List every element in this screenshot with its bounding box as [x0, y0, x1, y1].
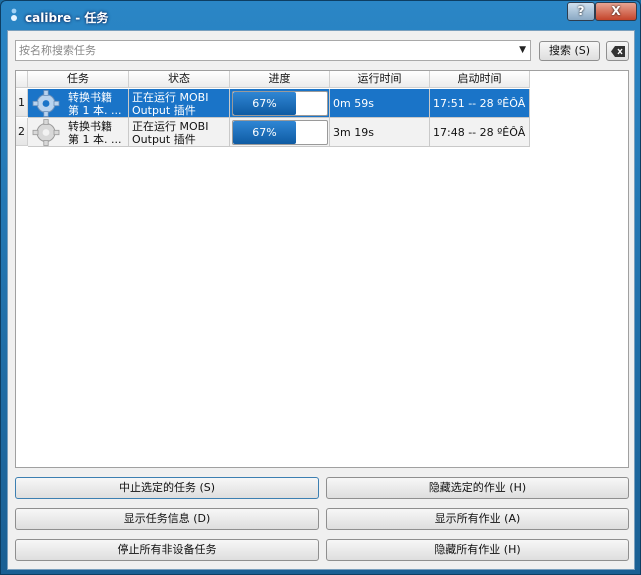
start-time-value: 17:51 -- 28 ºÊÔÂ	[433, 97, 526, 110]
abort-selected-button[interactable]: 中止选定的任务 (S)	[15, 477, 319, 499]
status-cell[interactable]: 正在运行 MOBI Output 插件	[129, 89, 230, 118]
clear-search-button[interactable]	[606, 41, 629, 61]
status-line-2: Output 插件	[132, 104, 196, 117]
progress-fill: 67%	[233, 121, 296, 144]
progress-fill: 67%	[233, 92, 296, 115]
hide-all-jobs-button[interactable]: 隐藏所有作业 (H)	[326, 539, 629, 561]
column-header-runtime[interactable]: 运行时间	[330, 71, 430, 88]
search-placeholder: 按名称搜索任务	[19, 44, 96, 57]
status-line-1: 正在运行 MOBI	[132, 91, 209, 104]
dialog-body: 按名称搜索任务 ▼ 搜索 (S) 任务 状态 进度 运行时间 启动时间 1 转换…	[7, 30, 635, 570]
task-name: 转换书籍	[68, 91, 112, 104]
start-time-cell[interactable]: 17:51 -- 28 ºÊÔÂ	[430, 89, 530, 118]
runtime-cell[interactable]: 3m 19s	[330, 118, 430, 147]
progress-cell[interactable]: 67%	[230, 118, 330, 147]
stop-non-device-jobs-button[interactable]: 停止所有非设备任务	[15, 539, 319, 561]
close-button[interactable]: X	[595, 2, 637, 21]
chevron-down-icon[interactable]: ▼	[519, 41, 526, 60]
window-title: calibre - 任务	[25, 11, 109, 25]
task-detail: 第 1 本. ...	[68, 104, 122, 117]
row-number[interactable]: 2	[16, 118, 28, 146]
title-bar[interactable]: calibre - 任务 ? X	[1, 1, 640, 29]
task-name: 转换书籍	[68, 120, 112, 133]
column-header-start-time[interactable]: 启动时间	[430, 71, 530, 88]
status-line-1: 正在运行 MOBI	[132, 120, 209, 133]
runtime-value: 3m 19s	[333, 126, 374, 139]
column-header-progress[interactable]: 进度	[230, 71, 330, 88]
progress-bar: 67%	[232, 91, 328, 116]
row-number[interactable]: 1	[16, 89, 28, 117]
status-cell[interactable]: 正在运行 MOBI Output 插件	[129, 118, 230, 147]
jobs-window: calibre - 任务 ? X 按名称搜索任务 ▼ 搜索 (S) 任务 状态 …	[0, 0, 641, 575]
task-cell[interactable]: 转换书籍 第 1 本. ...	[28, 118, 129, 147]
help-button[interactable]: ?	[567, 2, 595, 21]
show-all-jobs-button[interactable]: 显示所有作业 (A)	[326, 508, 629, 530]
start-time-cell[interactable]: 17:48 -- 28 ºÊÔÂ	[430, 118, 530, 147]
task-detail: 第 1 本. ...	[68, 133, 122, 146]
corner-header	[16, 71, 28, 88]
hide-selected-button[interactable]: 隐藏选定的作业 (H)	[326, 477, 629, 499]
gear-icon	[32, 119, 60, 146]
show-job-info-button[interactable]: 显示任务信息 (D)	[15, 508, 319, 530]
clear-icon	[611, 46, 625, 57]
runtime-value: 0m 59s	[333, 97, 374, 110]
start-time-value: 17:48 -- 28 ºÊÔÂ	[433, 126, 526, 139]
search-button[interactable]: 搜索 (S)	[539, 41, 600, 61]
progress-cell[interactable]: 67%	[230, 89, 330, 118]
runtime-cell[interactable]: 0m 59s	[330, 89, 430, 118]
calibre-app-icon	[11, 8, 17, 21]
task-cell[interactable]: 转换书籍 第 1 本. ...	[28, 89, 129, 118]
jobs-table[interactable]: 任务 状态 进度 运行时间 启动时间 1 转换书籍 第 1 本. ... 正在运…	[15, 70, 629, 468]
column-header-task[interactable]: 任务	[28, 71, 129, 88]
gear-icon	[32, 90, 60, 117]
column-header-status[interactable]: 状态	[129, 71, 230, 88]
status-line-2: Output 插件	[132, 133, 196, 146]
search-input[interactable]: 按名称搜索任务 ▼	[15, 40, 531, 61]
progress-bar: 67%	[232, 120, 328, 145]
